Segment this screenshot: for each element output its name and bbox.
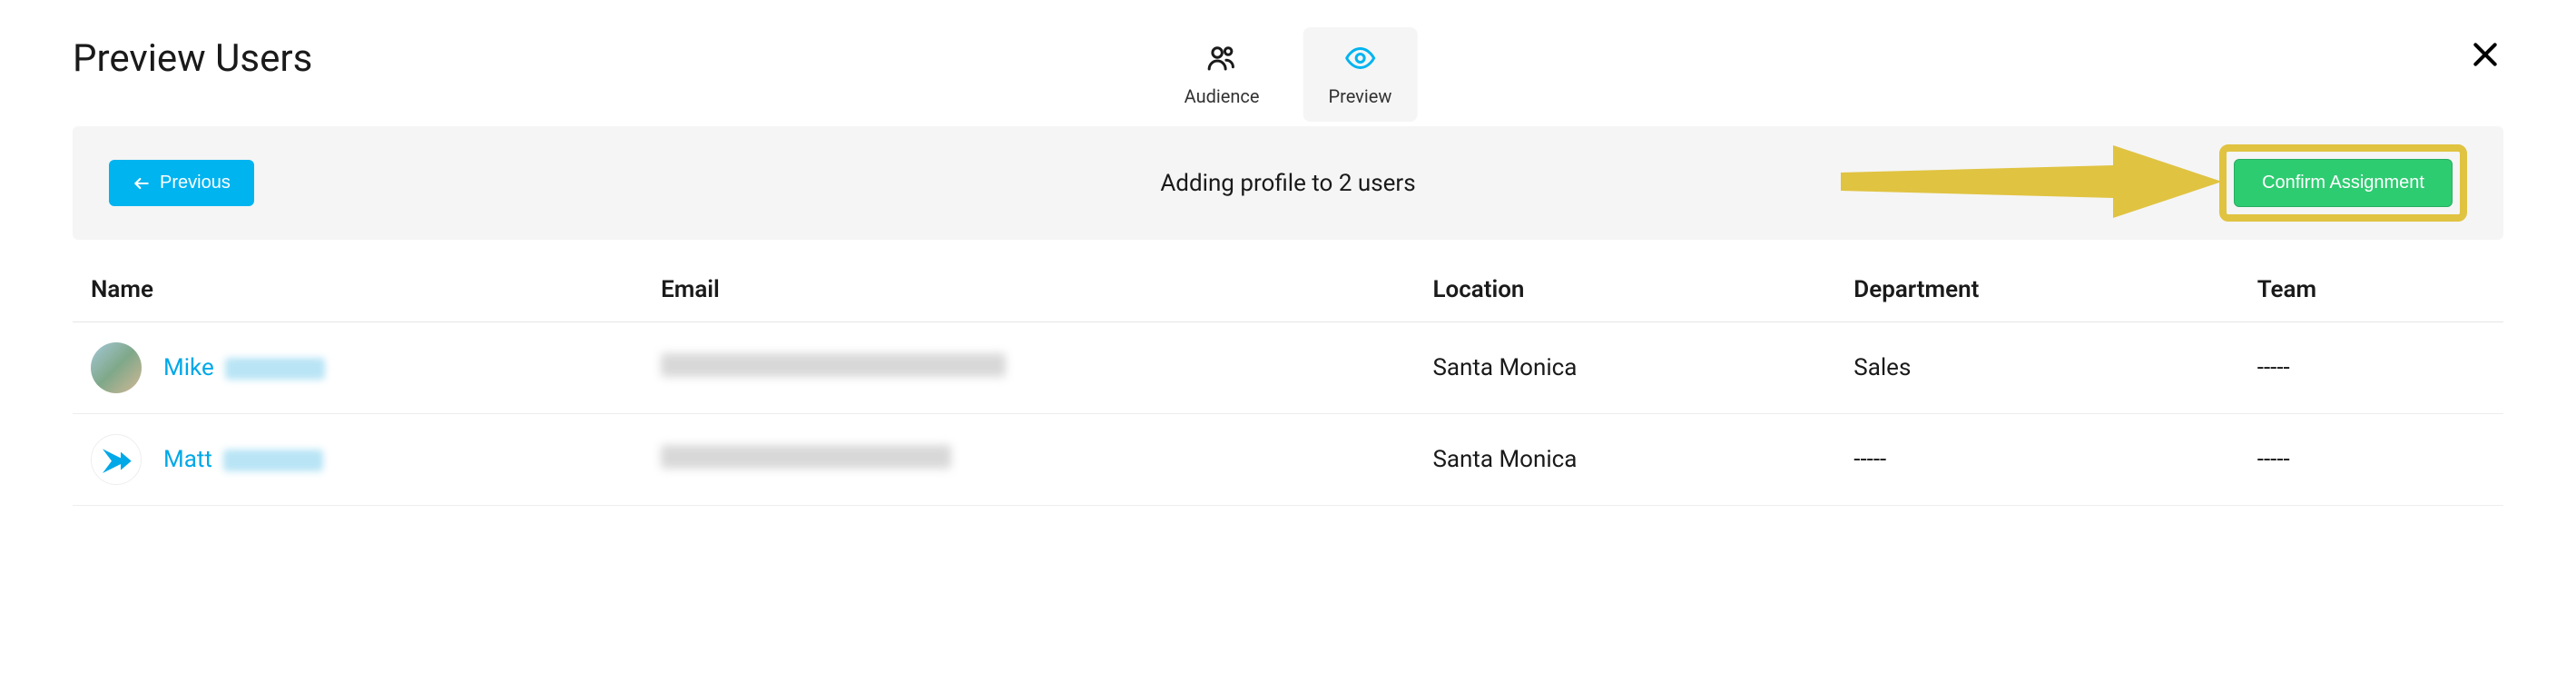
redacted-surname	[225, 358, 325, 380]
col-header-location: Location	[1432, 276, 1853, 303]
col-header-name: Name	[91, 276, 661, 303]
tab-preview-label: Preview	[1328, 85, 1391, 107]
col-header-department: Department	[1853, 276, 2257, 303]
users-table: Name Email Location Department Team Mike…	[73, 258, 2503, 506]
annotation-arrow-icon	[1841, 145, 2222, 222]
cell-location: Santa Monica	[1432, 446, 1853, 473]
redacted-email	[661, 445, 951, 469]
redacted-surname	[223, 450, 323, 471]
confirm-button-highlight: Confirm Assignment	[2219, 144, 2467, 222]
table-header-row: Name Email Location Department Team	[73, 258, 2503, 322]
table-row: Matt Santa Monica ----- -----	[73, 414, 2503, 506]
user-link[interactable]: Mike	[163, 354, 325, 381]
cell-email	[661, 445, 1432, 475]
tab-audience[interactable]: Audience	[1159, 27, 1285, 122]
cell-email	[661, 353, 1432, 383]
cell-location: Santa Monica	[1432, 354, 1853, 381]
tab-preview[interactable]: Preview	[1303, 27, 1417, 122]
cell-department: Sales	[1853, 354, 2257, 381]
cell-team: -----	[2257, 446, 2485, 473]
col-header-email: Email	[661, 276, 1432, 303]
status-text: Adding profile to 2 users	[1160, 170, 1415, 197]
close-button[interactable]	[2467, 36, 2503, 73]
tab-audience-label: Audience	[1185, 85, 1260, 107]
action-bar: Previous Adding profile to 2 users Confi…	[73, 126, 2503, 240]
arrow-left-icon	[133, 174, 151, 193]
previous-button-label: Previous	[160, 173, 231, 193]
cell-team: -----	[2257, 354, 2485, 381]
cell-department: -----	[1853, 446, 2257, 473]
user-first-name: Matt	[163, 446, 212, 473]
confirm-assignment-button[interactable]: Confirm Assignment	[2234, 159, 2453, 207]
eye-icon	[1343, 42, 1376, 78]
page-title: Preview Users	[73, 36, 312, 81]
confirm-button-label: Confirm Assignment	[2262, 173, 2424, 193]
avatar	[91, 342, 142, 393]
user-first-name: Mike	[163, 354, 214, 381]
people-icon	[1205, 42, 1238, 78]
previous-button[interactable]: Previous	[109, 160, 254, 206]
user-link[interactable]: Matt	[163, 446, 323, 473]
avatar	[91, 434, 142, 485]
table-row: Mike Santa Monica Sales -----	[73, 322, 2503, 414]
col-header-team: Team	[2257, 276, 2485, 303]
tabs: Audience Preview	[1159, 27, 1418, 122]
redacted-email	[661, 353, 1006, 377]
